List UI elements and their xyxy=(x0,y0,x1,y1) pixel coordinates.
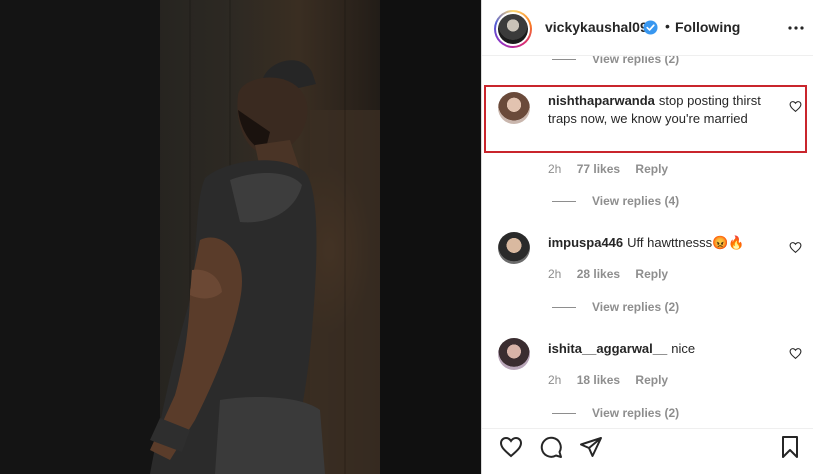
post-header: vickykaushal09 • Following xyxy=(482,0,813,56)
view-replies-top[interactable]: View replies (2) xyxy=(552,56,679,66)
comment-text-block: ishita__aggarwal__ nice xyxy=(548,340,778,358)
comment-emoji: 😡🔥 xyxy=(712,235,745,250)
photo-illustration xyxy=(0,0,481,474)
avatar[interactable] xyxy=(498,14,528,44)
highlight-box xyxy=(484,85,807,153)
post-actions-bar xyxy=(482,428,813,474)
view-replies-label: View replies (2) xyxy=(592,406,680,420)
heart-icon[interactable] xyxy=(789,347,802,360)
reply-button[interactable]: Reply xyxy=(635,267,668,281)
view-replies-button[interactable]: View replies (2) xyxy=(552,406,679,420)
commenter-username[interactable]: ishita__aggarwal__ xyxy=(548,341,667,356)
comment-time: 2h xyxy=(548,373,562,387)
comment-meta: 2h 28 likes Reply xyxy=(548,267,680,281)
reply-button[interactable]: Reply xyxy=(635,373,668,387)
comment-text-block: impuspa446 Uff hawttnesss😡🔥 xyxy=(548,234,778,252)
post-side-panel: vickykaushal09 • Following View replies … xyxy=(481,0,813,474)
more-options-icon[interactable] xyxy=(786,19,806,37)
comment-time: 2h xyxy=(548,162,562,176)
view-replies-button[interactable]: View replies (4) xyxy=(552,194,679,208)
view-replies-button[interactable]: View replies (2) xyxy=(552,300,679,314)
commenter-avatar[interactable] xyxy=(498,338,530,370)
following-button[interactable]: Following xyxy=(675,19,740,35)
comment-icon[interactable] xyxy=(539,435,563,459)
like-icon[interactable] xyxy=(499,435,523,459)
comment-likes[interactable]: 28 likes xyxy=(577,267,620,281)
comment-likes[interactable]: 77 likes xyxy=(577,162,620,176)
bookmark-icon[interactable] xyxy=(778,435,802,459)
view-replies-label: View replies (4) xyxy=(592,194,680,208)
commenter-avatar[interactable] xyxy=(498,232,530,264)
story-ring[interactable] xyxy=(494,10,532,48)
view-replies-label: View replies (2) xyxy=(592,300,680,314)
comment-meta: 2h 18 likes Reply xyxy=(548,373,680,387)
verified-badge-icon xyxy=(643,20,658,35)
comment-likes[interactable]: 18 likes xyxy=(577,373,620,387)
post-photo xyxy=(0,0,481,474)
comment-text: nice xyxy=(671,341,696,356)
comment-text: Uff hawttnesss xyxy=(627,235,713,250)
header-separator: • xyxy=(665,18,670,34)
comment-meta: 2h 77 likes Reply xyxy=(548,162,680,176)
reply-button[interactable]: Reply xyxy=(635,162,668,176)
view-replies-label: View replies (2) xyxy=(592,56,680,66)
heart-icon[interactable] xyxy=(789,241,802,254)
commenter-username[interactable]: impuspa446 xyxy=(548,235,623,250)
share-icon[interactable] xyxy=(579,435,603,459)
comment-time: 2h xyxy=(548,267,562,281)
author-username[interactable]: vickykaushal09 xyxy=(545,19,648,35)
